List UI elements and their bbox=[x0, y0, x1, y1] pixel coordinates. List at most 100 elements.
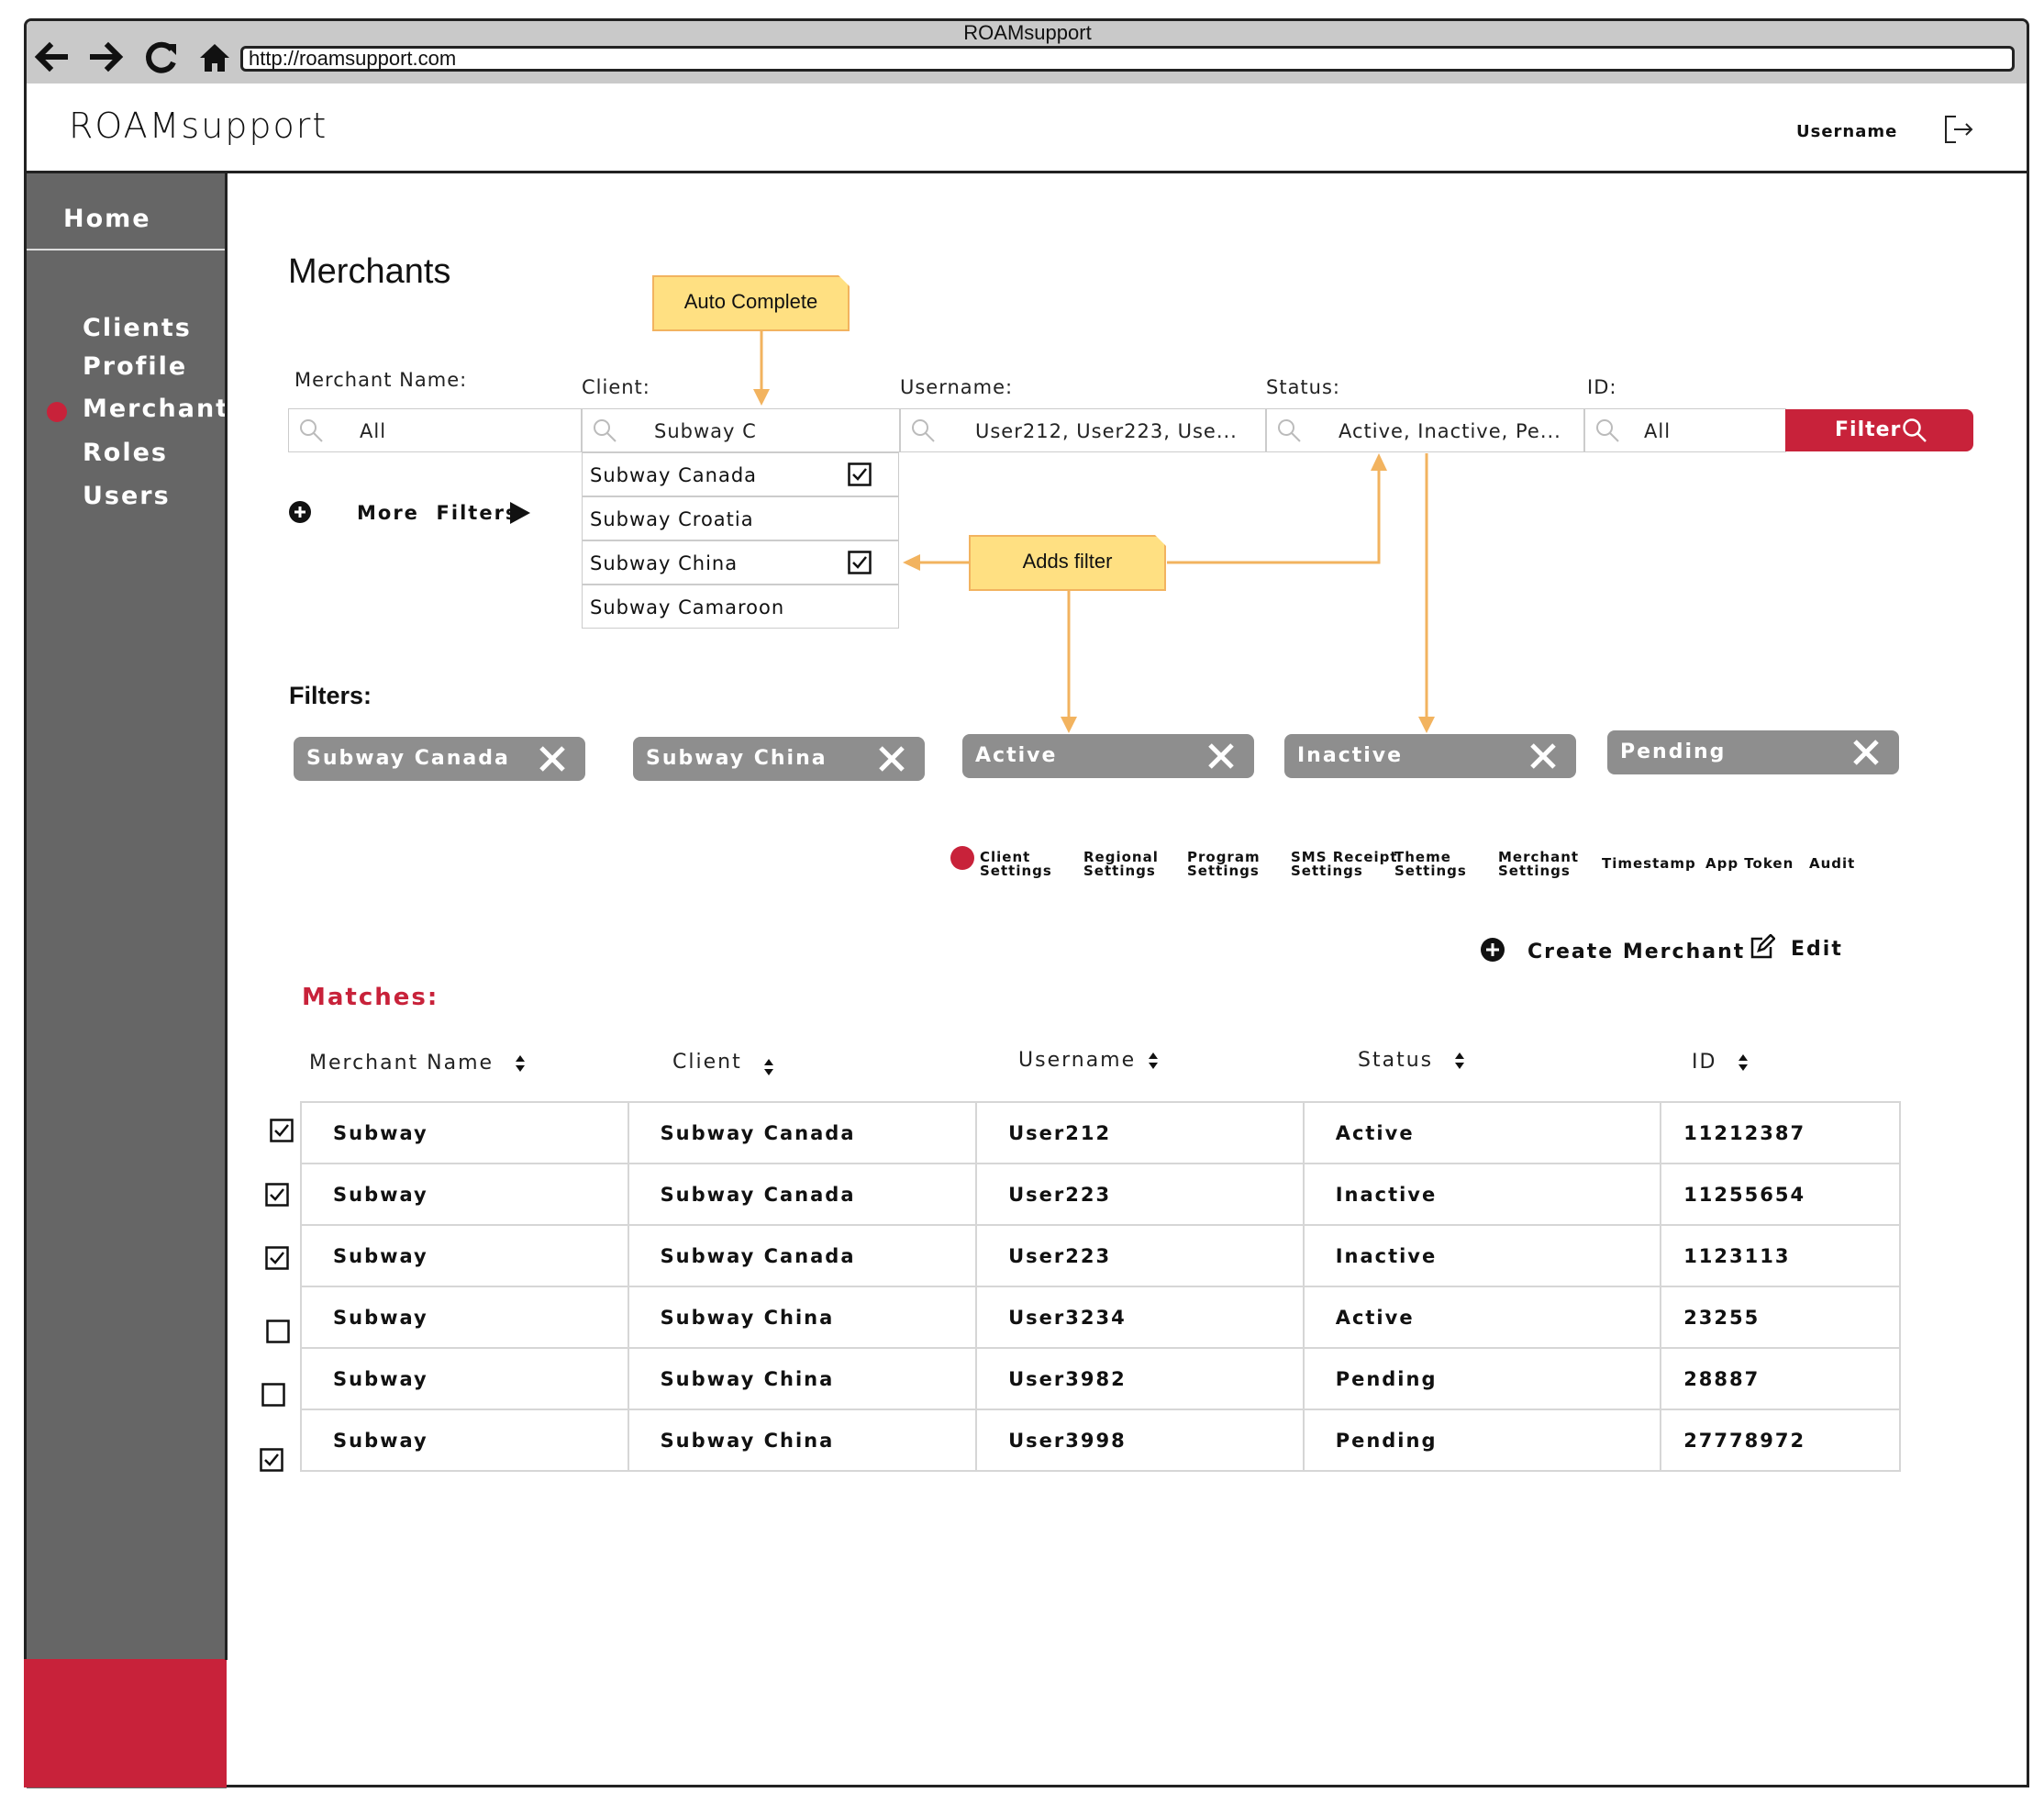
client-label: Client: bbox=[582, 376, 650, 398]
sort-icon[interactable] bbox=[515, 1054, 526, 1073]
annotation-arrows bbox=[753, 330, 1435, 733]
row-checkbox-unchecked[interactable] bbox=[261, 1383, 285, 1407]
filter-chip: Pending bbox=[1607, 730, 1899, 774]
cell-status: Pending bbox=[1302, 1347, 1662, 1410]
cell-merchant-name: Subway bbox=[300, 1224, 629, 1287]
table-row[interactable]: Subway Subway Canada User223 Inactive 11… bbox=[300, 1163, 1901, 1226]
results-table: Subway Subway Canada User212 Active 1121… bbox=[300, 1101, 1901, 1472]
tab-app-token[interactable]: App Token bbox=[1705, 857, 1794, 871]
id-input[interactable]: All bbox=[1584, 408, 1786, 452]
search-icon bbox=[1596, 419, 1619, 442]
tab-merchant-settings[interactable]: Merchant Settings bbox=[1498, 851, 1579, 878]
sort-icon[interactable] bbox=[1148, 1052, 1159, 1070]
row-checkbox-checked[interactable] bbox=[270, 1119, 294, 1142]
cell-id: 23255 bbox=[1660, 1286, 1901, 1349]
column-header-merchant-name[interactable]: Merchant Name bbox=[309, 1052, 526, 1075]
tab-timestamp[interactable]: Timestamp bbox=[1602, 857, 1696, 871]
checkbox-checked-icon[interactable] bbox=[848, 551, 872, 574]
auto-complete-note: Auto Complete bbox=[652, 275, 850, 331]
filter-button[interactable]: Filter bbox=[1785, 409, 1973, 451]
cell-username: User223 bbox=[975, 1163, 1305, 1226]
active-tab-dot bbox=[950, 846, 974, 870]
close-icon[interactable] bbox=[1528, 741, 1558, 771]
row-checkbox-checked[interactable] bbox=[265, 1246, 289, 1270]
username-input[interactable]: User212, User223, Use... bbox=[900, 408, 1266, 452]
cell-merchant-name: Subway bbox=[300, 1101, 629, 1164]
cell-status: Active bbox=[1302, 1286, 1662, 1349]
cell-client: Subway China bbox=[627, 1286, 978, 1349]
filter-chip: Inactive bbox=[1284, 734, 1576, 778]
cell-client: Subway China bbox=[627, 1347, 978, 1410]
tab-audit[interactable]: Audit bbox=[1809, 857, 1855, 871]
cell-id: 28887 bbox=[1660, 1347, 1901, 1410]
close-icon[interactable] bbox=[538, 744, 567, 774]
client-input[interactable]: Subway C bbox=[582, 408, 900, 452]
edit-icon[interactable] bbox=[1750, 934, 1775, 960]
close-icon[interactable] bbox=[1851, 738, 1881, 767]
row-checkbox-checked[interactable] bbox=[260, 1448, 283, 1472]
dropdown-option[interactable]: Subway China bbox=[582, 540, 899, 585]
cell-status: Inactive bbox=[1302, 1163, 1662, 1226]
checkbox-checked-icon[interactable] bbox=[848, 462, 872, 486]
cell-client: Subway Canada bbox=[627, 1101, 978, 1164]
filter-chip: Active bbox=[962, 734, 1254, 778]
adds-filter-note: Adds filter bbox=[969, 535, 1166, 591]
merchant-name-input[interactable]: All bbox=[288, 408, 582, 452]
close-icon[interactable] bbox=[877, 744, 906, 774]
plus-circle-icon[interactable] bbox=[1481, 938, 1505, 962]
column-header-status[interactable]: Status bbox=[1358, 1049, 1465, 1072]
edit-button[interactable]: Edit bbox=[1791, 938, 1843, 961]
table-row[interactable]: Subway Subway Canada User212 Active 1121… bbox=[300, 1101, 1901, 1164]
cell-username: User212 bbox=[975, 1101, 1305, 1164]
close-icon[interactable] bbox=[1206, 741, 1236, 771]
column-header-id[interactable]: ID bbox=[1692, 1051, 1749, 1074]
cell-username: User223 bbox=[975, 1224, 1305, 1287]
cell-username: User3234 bbox=[975, 1286, 1305, 1349]
cell-merchant-name: Subway bbox=[300, 1409, 629, 1472]
cell-id: 1123113 bbox=[1660, 1224, 1901, 1287]
cell-client: Subway Canada bbox=[627, 1163, 978, 1226]
tab-client-settings[interactable]: Client Settings bbox=[980, 851, 1052, 878]
search-icon bbox=[912, 419, 935, 442]
table-row[interactable]: Subway Subway Canada User223 Inactive 11… bbox=[300, 1224, 1901, 1287]
cell-id: 27778972 bbox=[1660, 1409, 1901, 1472]
tab-sms-receipt-settings[interactable]: SMS Receipt Settings bbox=[1291, 851, 1398, 878]
cell-status: Active bbox=[1302, 1101, 1662, 1164]
more-filters-link[interactable]: More Filters bbox=[357, 502, 518, 524]
cell-status: Inactive bbox=[1302, 1224, 1662, 1287]
search-icon bbox=[1903, 418, 1927, 442]
column-header-username[interactable]: Username bbox=[1018, 1049, 1159, 1072]
dropdown-option[interactable]: Subway Camaroon bbox=[582, 585, 899, 629]
dropdown-option[interactable]: Subway Croatia bbox=[582, 496, 899, 540]
filters-heading: Filters: bbox=[289, 682, 372, 709]
cell-client: Subway Canada bbox=[627, 1224, 978, 1287]
sort-icon[interactable] bbox=[1738, 1053, 1749, 1072]
id-label: ID: bbox=[1587, 376, 1617, 398]
filter-chip: Subway China bbox=[633, 737, 925, 781]
tab-regional-settings[interactable]: Regional Settings bbox=[1083, 851, 1159, 878]
create-merchant-button[interactable]: Create Merchant bbox=[1527, 941, 1745, 963]
cell-merchant-name: Subway bbox=[300, 1347, 629, 1410]
cell-id: 11212387 bbox=[1660, 1101, 1901, 1164]
row-checkbox-unchecked[interactable] bbox=[266, 1320, 290, 1343]
dropdown-option[interactable]: Subway Canada bbox=[582, 452, 899, 496]
sort-icon[interactable] bbox=[763, 1058, 774, 1076]
table-row[interactable]: Subway Subway China User3234 Active 2325… bbox=[300, 1286, 1901, 1349]
table-row[interactable]: Subway Subway China User3982 Pending 288… bbox=[300, 1347, 1901, 1410]
cell-username: User3998 bbox=[975, 1409, 1305, 1472]
row-checkbox-checked[interactable] bbox=[265, 1183, 289, 1207]
cell-merchant-name: Subway bbox=[300, 1286, 629, 1349]
cell-status: Pending bbox=[1302, 1409, 1662, 1472]
column-header-client[interactable]: Client bbox=[672, 1049, 774, 1076]
cell-id: 11255654 bbox=[1660, 1163, 1901, 1226]
tab-theme-settings[interactable]: Theme Settings bbox=[1394, 851, 1467, 878]
plus-circle-icon[interactable] bbox=[289, 501, 311, 523]
sort-icon[interactable] bbox=[1454, 1052, 1465, 1070]
table-row[interactable]: Subway Subway China User3998 Pending 277… bbox=[300, 1409, 1901, 1472]
status-input[interactable]: Active, Inactive, Pe... bbox=[1266, 408, 1584, 452]
cell-client: Subway China bbox=[627, 1409, 978, 1472]
cell-username: User3982 bbox=[975, 1347, 1305, 1410]
search-icon bbox=[1278, 419, 1301, 442]
tab-program-settings[interactable]: Program Settings bbox=[1187, 851, 1261, 878]
play-arrow-icon[interactable] bbox=[510, 502, 530, 524]
